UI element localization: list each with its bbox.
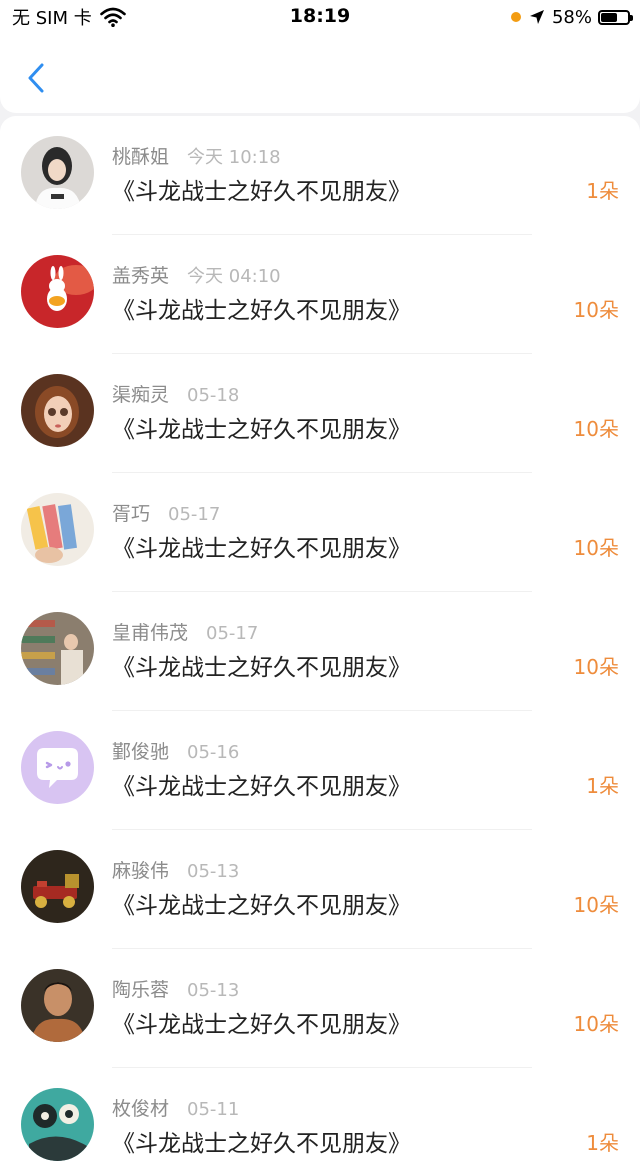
username: 枚俊材 (112, 1098, 170, 1120)
gift-amount: 1朵 (586, 774, 619, 798)
list-item[interactable]: 陶乐蓉 05-13 《斗龙战士之好久不见朋友》 10朵 (0, 949, 640, 1068)
name-line: 胥巧 05-17 (112, 499, 220, 526)
book-title: 《斗龙战士之好久不见朋友》 (112, 655, 411, 681)
list-item[interactable]: 盖秀英 今天 04:10 《斗龙战士之好久不见朋友》 10朵 (0, 235, 640, 354)
timestamp: 05-13 (187, 861, 240, 882)
gift-amount: 1朵 (586, 179, 619, 203)
avatar (21, 1088, 94, 1161)
list-item[interactable]: 渠痴灵 05-18 《斗龙战士之好久不见朋友》 10朵 (0, 354, 640, 473)
name-line: 渠痴灵 05-18 (112, 380, 239, 407)
gift-record-list: 桃酥姐 今天 10:18 《斗龙战士之好久不见朋友》 1朵 盖秀英 今天 04:10… (0, 116, 640, 1166)
book-title: 《斗龙战士之好久不见朋友》 (112, 893, 411, 919)
name-line: 鄞俊驰 05-16 (112, 737, 239, 764)
list-item[interactable]: 胥巧 05-17 《斗龙战士之好久不见朋友》 10朵 (0, 473, 640, 592)
name-line: 麻骏伟 05-13 (112, 856, 239, 883)
username: 胥巧 (112, 503, 151, 525)
avatar (21, 969, 94, 1042)
location-indicator-dot (510, 12, 521, 22)
username: 渠痴灵 (112, 384, 170, 406)
battery-percent: 58% (551, 6, 592, 28)
username: 陶乐蓉 (112, 979, 170, 1001)
username: 桃酥姐 (112, 146, 170, 168)
book-title: 《斗龙战士之好久不见朋友》 (112, 298, 411, 324)
username: 麻骏伟 (112, 860, 170, 882)
gift-amount: 10朵 (573, 298, 619, 322)
status-bar: 无 SIM 卡 18:19 58% (0, 0, 640, 34)
book-title: 《斗龙战士之好久不见朋友》 (112, 417, 411, 443)
battery-icon (598, 9, 633, 25)
list-item[interactable]: 麻骏伟 05-13 《斗龙战士之好久不见朋友》 10朵 (0, 830, 640, 949)
list-item[interactable]: 皇甫伟茂 05-17 《斗龙战士之好久不见朋友》 10朵 (0, 592, 640, 711)
timestamp: 05-16 (187, 742, 240, 763)
gift-amount: 10朵 (573, 655, 619, 679)
book-title: 《斗龙战士之好久不见朋友》 (112, 179, 411, 205)
book-title: 《斗龙战士之好久不见朋友》 (112, 1131, 411, 1157)
timestamp: 05-11 (187, 1099, 240, 1120)
back-button[interactable] (18, 58, 54, 98)
gift-amount: 10朵 (573, 536, 619, 560)
name-line: 盖秀英 今天 04:10 (112, 261, 281, 288)
list-item[interactable]: 桃酥姐 今天 10:18 《斗龙战士之好久不见朋友》 1朵 (0, 116, 640, 235)
timestamp: 05-18 (187, 385, 240, 406)
username: 盖秀英 (112, 265, 170, 287)
avatar (21, 612, 94, 685)
timestamp: 05-13 (187, 980, 240, 1001)
timestamp: 今天 04:10 (187, 266, 281, 287)
book-title: 《斗龙战士之好久不见朋友》 (112, 774, 411, 800)
battery-level-fill (601, 12, 618, 22)
location-arrow-icon (529, 10, 544, 24)
gift-amount: 10朵 (573, 417, 619, 441)
name-line: 皇甫伟茂 05-17 (112, 618, 258, 645)
avatar (21, 850, 94, 923)
gift-amount: 10朵 (573, 1012, 619, 1036)
gift-amount: 1朵 (586, 1131, 619, 1155)
name-line: 桃酥姐 今天 10:18 (112, 142, 281, 169)
book-title: 《斗龙战士之好久不见朋友》 (112, 536, 411, 562)
name-line: 枚俊材 05-11 (112, 1094, 239, 1121)
chevron-left-icon (28, 63, 44, 93)
timestamp: 今天 10:18 (187, 147, 281, 168)
timestamp: 05-17 (168, 504, 221, 525)
avatar (21, 255, 94, 328)
name-line: 陶乐蓉 05-13 (112, 975, 239, 1002)
username: 鄞俊驰 (112, 741, 170, 763)
list-item[interactable]: 鄞俊驰 05-16 《斗龙战士之好久不见朋友》 1朵 (0, 711, 640, 830)
username: 皇甫伟茂 (112, 622, 189, 644)
avatar (21, 136, 94, 209)
avatar (21, 493, 94, 566)
list-item[interactable]: 枚俊材 05-11 《斗龙战士之好久不见朋友》 1朵 (0, 1068, 640, 1166)
avatar (21, 731, 94, 804)
status-right: 58% (510, 5, 633, 29)
timestamp: 05-17 (206, 623, 259, 644)
avatar (21, 374, 94, 447)
book-title: 《斗龙战士之好久不见朋友》 (112, 1012, 411, 1038)
gift-amount: 10朵 (573, 893, 619, 917)
